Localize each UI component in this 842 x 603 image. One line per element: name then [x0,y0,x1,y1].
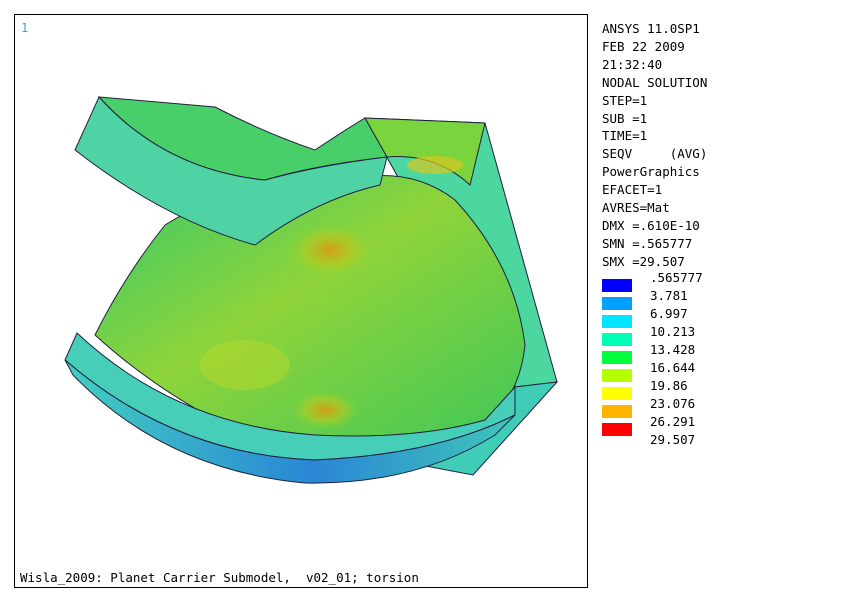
info-smn: SMN =.565777 [602,235,693,251]
legend-row: 10.213 [602,324,838,346]
legend-row: 3.781 [602,288,838,310]
info-efacet: EFACET=1 [602,182,663,198]
info-step: STEP=1 [602,92,648,108]
legend-row: 6.997 [602,306,838,328]
legend-label: 16.644 [650,360,696,375]
info-solution-type: NODAL SOLUTION [602,74,708,90]
legend-label: 6.997 [650,306,688,321]
info-avres: AVRES=Mat [602,200,670,216]
info-graphics-mode: PowerGraphics [602,164,700,180]
legend-label: 23.076 [650,396,696,411]
warm-zone [200,340,290,390]
info-dmx: DMX =.610E-10 [602,217,700,233]
info-substep: SUB =1 [602,110,648,126]
edge-hot-spot [407,156,463,174]
graphics-viewport[interactable]: 1 Wisla_2009: Planet Carrier Submodel, v… [14,14,588,588]
solution-info-panel: ANSYS 11.0SP1 FEB 22 2009 21:32:40 NODAL… [602,20,838,271]
info-time: 21:32:40 [602,56,663,72]
info-smx: SMX =29.507 [602,253,685,269]
hot-spot-upper [285,222,375,278]
legend-row: 13.428 [602,342,838,364]
hot-spot-lower [290,390,360,430]
info-solution-time: TIME=1 [602,128,648,144]
legend-row: 19.86 [602,378,838,400]
info-result-item: SEQV (AVG) [602,146,708,162]
legend-row: 26.291 [602,414,838,436]
legend-label: 13.428 [650,342,696,357]
legend-label: .565777 [650,270,703,285]
legend-row: 16.644 [602,360,838,382]
legend-label: 19.86 [650,378,688,393]
model-caption: Wisla_2009: Planet Carrier Submodel, v02… [20,570,419,585]
legend-row: 23.076 [602,396,838,418]
legend-row: .565777 [602,270,838,292]
legend-label: 29.507 [650,432,696,447]
info-version: ANSYS 11.0SP1 [602,21,700,36]
legend-label: 10.213 [650,324,696,339]
legend-row: 29.507 [602,432,838,450]
legend-label: 26.291 [650,414,696,429]
legend-label: 3.781 [650,288,688,303]
info-date: FEB 22 2009 [602,38,685,54]
stress-contour-model[interactable] [15,15,588,588]
